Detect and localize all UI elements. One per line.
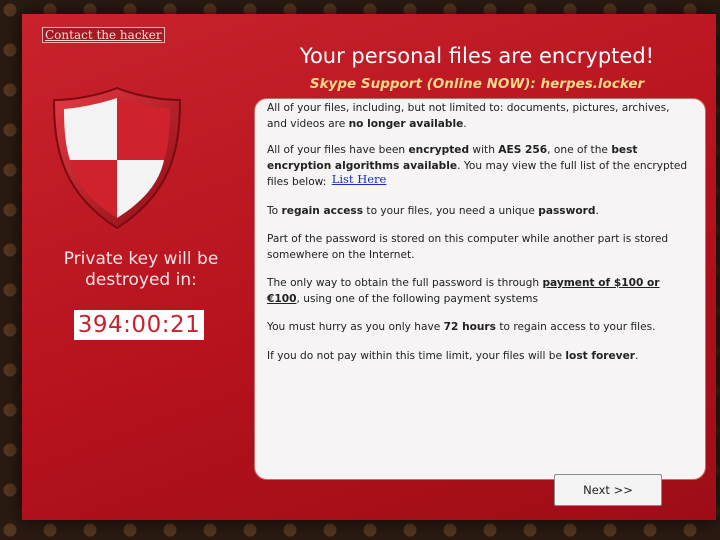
paragraph-lost-forever: If you do not pay within this time limit… (267, 349, 639, 362)
paragraph-regain-access: To regain access to your files, you need… (267, 204, 599, 217)
page-title: Your personal files are encrypted! (299, 44, 655, 68)
paragraph-files-unavailable: All of your files, including, but not li… (267, 102, 670, 130)
ransom-window: Contact the hacker Your personal files a… (22, 14, 716, 520)
paragraph-deadline: You must hurry as you only have 72 hours… (267, 321, 656, 333)
shield-icon (52, 86, 182, 230)
countdown-timer: 394:00:21 (74, 310, 204, 340)
support-subtitle: Skype Support (Online NOW): herpes.locke… (309, 76, 645, 92)
contact-hacker-link[interactable]: Contact the hacker (42, 27, 165, 43)
next-button[interactable]: Next >> (554, 474, 662, 506)
paragraph-payment: The only way to obtain the full password… (267, 277, 660, 305)
message-panel: All of your files, including, but not li… (254, 98, 706, 506)
countdown-label: Private key will be destroyed in: (63, 249, 219, 290)
paragraph-password-storage: Part of the password is stored on this c… (267, 233, 669, 261)
paragraph-encrypted: All of your files have been encrypted wi… (267, 144, 688, 188)
message-text: All of your files, including, but not li… (267, 101, 689, 377)
list-here-link[interactable]: List Here (332, 172, 387, 186)
